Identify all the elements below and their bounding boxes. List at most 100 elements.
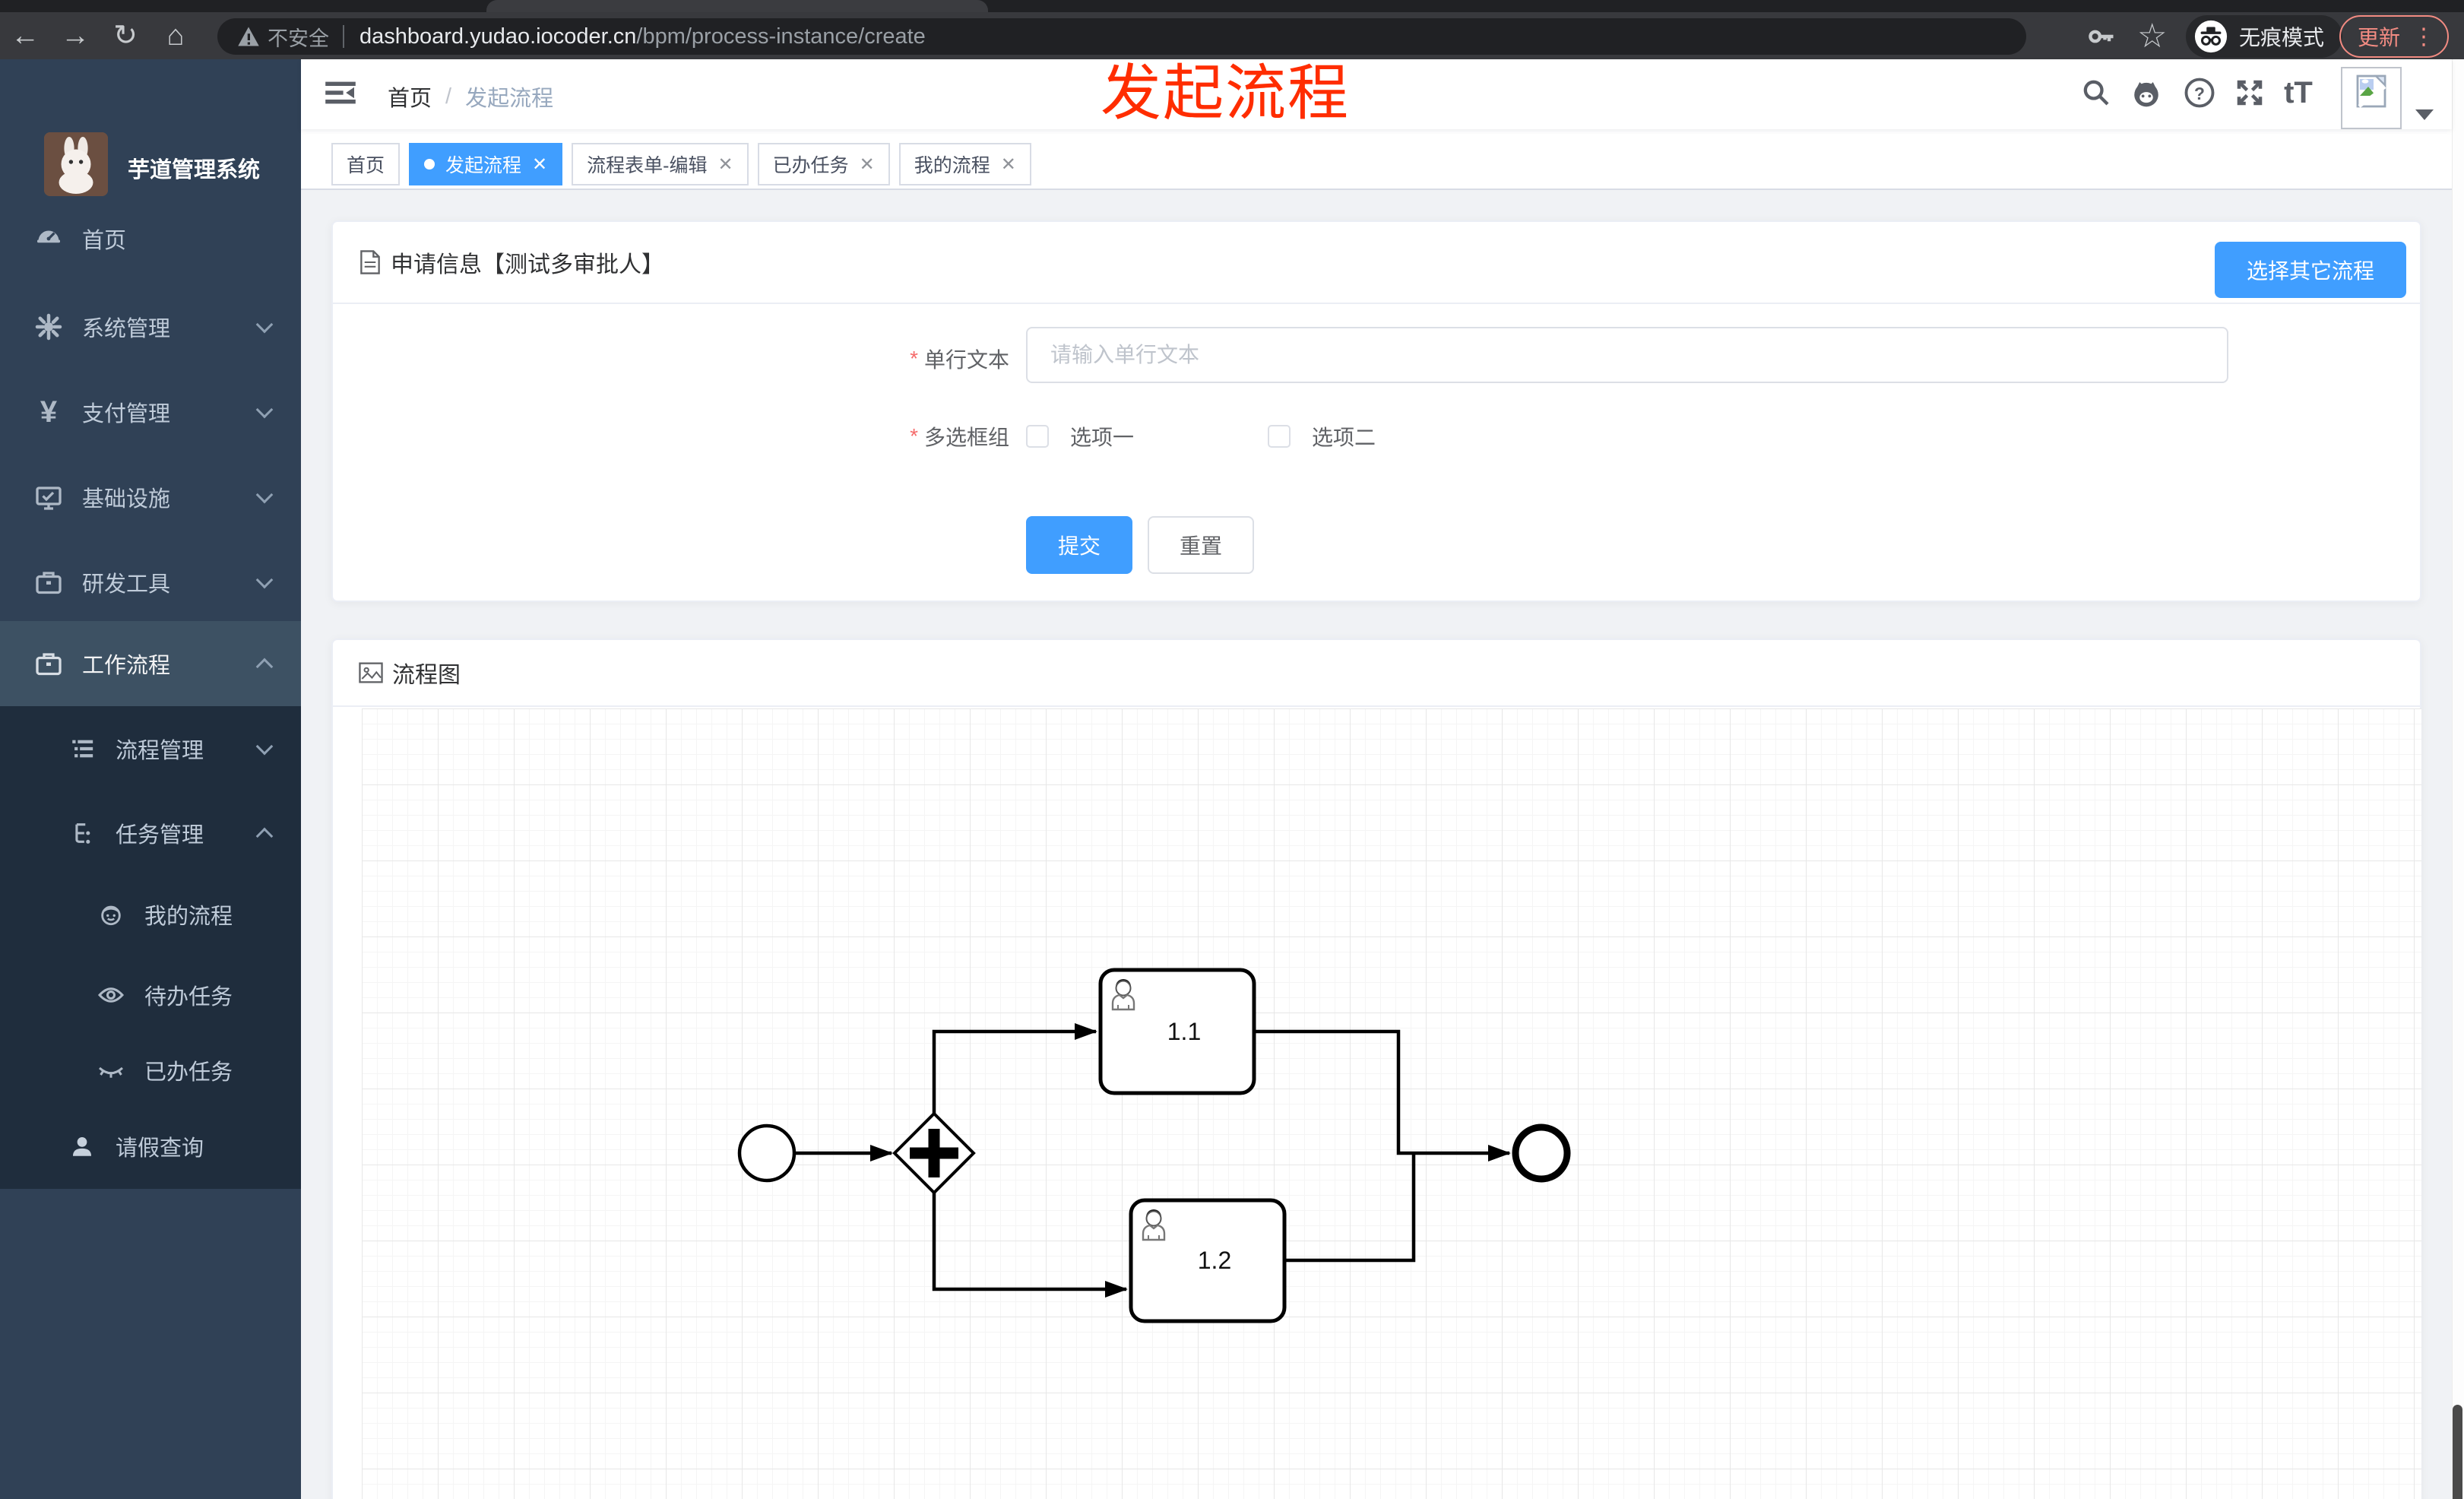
- tag-label: 首页: [347, 155, 385, 176]
- flow-task1-to-end: [1254, 1029, 1511, 1161]
- sidebar-item-home[interactable]: 首页: [0, 196, 301, 281]
- reload-button[interactable]: ↻: [100, 13, 150, 59]
- tag-process-form-edit[interactable]: 流程表单-编辑 ✕: [572, 143, 749, 185]
- sidebar-item-label: 首页: [82, 229, 127, 253]
- browser-menu-icon[interactable]: ⋮: [2412, 24, 2435, 50]
- field-label-text: 单行文本: [923, 348, 1009, 372]
- close-icon[interactable]: ✕: [532, 154, 547, 176]
- chevron-down-icon: [255, 571, 274, 589]
- header-github-button[interactable]: [2130, 76, 2163, 109]
- sidebar-item-payment[interactable]: ¥ 支付管理: [0, 369, 301, 455]
- avatar-dropdown-caret[interactable]: [2415, 109, 2434, 120]
- sidebar-item-todo-tasks[interactable]: 待办任务: [0, 952, 301, 1038]
- checkbox-option1[interactable]: [1026, 425, 1049, 448]
- svg-text:?: ?: [2194, 84, 2205, 103]
- sidebar-item-workflow[interactable]: 工作流程: [0, 621, 301, 706]
- apply-info-title: 申请信息【测试多审批人】: [391, 252, 664, 277]
- tag-home[interactable]: 首页: [331, 143, 401, 185]
- home-button[interactable]: ⌂: [150, 13, 201, 59]
- header-fullscreen-button[interactable]: [2233, 76, 2266, 109]
- bpmn-user-task-1-1[interactable]: 1.1: [1098, 968, 1256, 1095]
- chevron-down-icon: [255, 737, 274, 756]
- header-help-button[interactable]: ?: [2183, 76, 2216, 109]
- bpmn-start-event[interactable]: [737, 1123, 797, 1183]
- url-domain: dashboard.yudao.iocoder.cn: [359, 24, 637, 49]
- briefcase-icon: [33, 567, 64, 597]
- required-asterisk: *: [910, 347, 918, 370]
- tag-initiate-process[interactable]: 发起流程 ✕: [409, 143, 563, 185]
- reset-button[interactable]: 重置: [1148, 516, 1254, 574]
- password-key-icon[interactable]: [2084, 20, 2117, 53]
- hamburger-fold-icon: [325, 81, 356, 104]
- update-button[interactable]: 更新 ⋮: [2339, 15, 2450, 58]
- sidebar-item-task-management[interactable]: 任务管理: [0, 791, 301, 876]
- field-label-text: 多选框组: [923, 426, 1009, 449]
- apply-info-card: 申请信息【测试多审批人】 选择其它流程 * 单行文本 * 多选框组 选项一 选项…: [331, 220, 2421, 602]
- checkbox-option2[interactable]: [1268, 425, 1291, 448]
- bookmark-star-icon[interactable]: ☆: [2137, 17, 2167, 55]
- sidebar: 芋道管理系统 首页 系统管理 ¥ 支付管理 基础设施 研发工具 工作流程 流程管…: [0, 59, 301, 1499]
- scrollbar-track[interactable]: [2452, 59, 2464, 1499]
- sidebar-item-done-tasks[interactable]: 已办任务: [0, 1028, 301, 1113]
- sidebar-item-my-process[interactable]: 我的流程: [0, 872, 301, 957]
- breadcrumb-home[interactable]: 首页: [388, 81, 432, 113]
- search-icon: [2083, 80, 2109, 106]
- github-icon: [2134, 82, 2158, 107]
- chevron-up-icon: [255, 658, 274, 676]
- picture-icon: [359, 662, 383, 683]
- sidebar-item-label: 基础设施: [82, 487, 171, 512]
- close-icon[interactable]: ✕: [860, 154, 875, 176]
- url-path: /bpm/process-instance/create: [636, 24, 926, 49]
- sidebar-item-process-management[interactable]: 流程管理: [0, 706, 301, 791]
- flow-gateway-to-task1: [932, 1023, 1097, 1114]
- app-logo: [44, 132, 108, 196]
- back-button[interactable]: ←: [0, 13, 50, 59]
- avatar[interactable]: [2341, 67, 2402, 129]
- checkbox-option2-label: 选项二: [1312, 426, 1376, 449]
- sidebar-item-system[interactable]: 系统管理: [0, 284, 301, 369]
- gear-icon: [33, 312, 64, 342]
- app-title: 芋道管理系统: [128, 158, 261, 182]
- sidebar-item-label: 支付管理: [82, 402, 171, 426]
- task-1-1-label: 1.1: [1167, 1018, 1201, 1045]
- close-icon[interactable]: ✕: [717, 154, 733, 176]
- single-line-text-input[interactable]: [1026, 327, 2228, 383]
- forward-button[interactable]: →: [50, 13, 100, 59]
- tree-branch-icon: [67, 818, 97, 848]
- bpmn-parallel-gateway[interactable]: [892, 1111, 976, 1195]
- breadcrumb-current: 发起流程: [465, 87, 554, 111]
- browser-active-tab[interactable]: [486, 0, 988, 12]
- required-asterisk: *: [910, 424, 918, 448]
- sidebar-collapse-button[interactable]: [324, 76, 357, 109]
- bpmn-end-event[interactable]: [1512, 1123, 1571, 1183]
- choose-other-process-button[interactable]: 选择其它流程: [2215, 242, 2406, 298]
- tag-label: 发起流程: [445, 155, 522, 176]
- close-icon[interactable]: ✕: [1001, 154, 1016, 176]
- sidebar-item-infrastructure[interactable]: 基础设施: [0, 455, 301, 540]
- incognito-icon: [2194, 20, 2228, 53]
- submit-button[interactable]: 提交: [1026, 516, 1132, 574]
- header-search-button[interactable]: [2079, 76, 2113, 109]
- chevron-up-icon: [255, 827, 274, 845]
- sidebar-item-devtools[interactable]: 研发工具: [0, 540, 301, 625]
- sidebar-item-label: 我的流程: [144, 905, 233, 929]
- tag-my-process[interactable]: 我的流程 ✕: [898, 143, 1031, 185]
- eye-closed-icon: [96, 1055, 126, 1085]
- security-warning[interactable]: 不安全: [237, 22, 329, 52]
- dashboard-icon: [33, 223, 64, 254]
- scrollbar-thumb[interactable]: [2453, 1405, 2462, 1499]
- warning-icon: [238, 27, 259, 46]
- active-dot: [424, 159, 435, 170]
- sidebar-item-leave-query[interactable]: 请假查询: [0, 1104, 301, 1189]
- sidebar-item-label: 工作流程: [82, 654, 171, 678]
- checkbox-group-label: * 多选框组: [789, 421, 1009, 452]
- header-fontsize-button[interactable]: tT: [2282, 76, 2315, 109]
- sidebar-item-label: 已办任务: [144, 1060, 233, 1085]
- chevron-down-icon: [255, 401, 274, 419]
- tag-done-tasks[interactable]: 已办任务 ✕: [757, 143, 890, 185]
- process-diagram-card: 流程图 1.1 1.2: [331, 639, 2421, 1499]
- bpmn-canvas[interactable]: 1.1 1.2: [362, 708, 2421, 1499]
- sidebar-item-label: 任务管理: [116, 823, 204, 848]
- breadcrumb: 首页 / 发起流程: [388, 81, 553, 113]
- bpmn-user-task-1-2[interactable]: 1.2: [1129, 1198, 1287, 1323]
